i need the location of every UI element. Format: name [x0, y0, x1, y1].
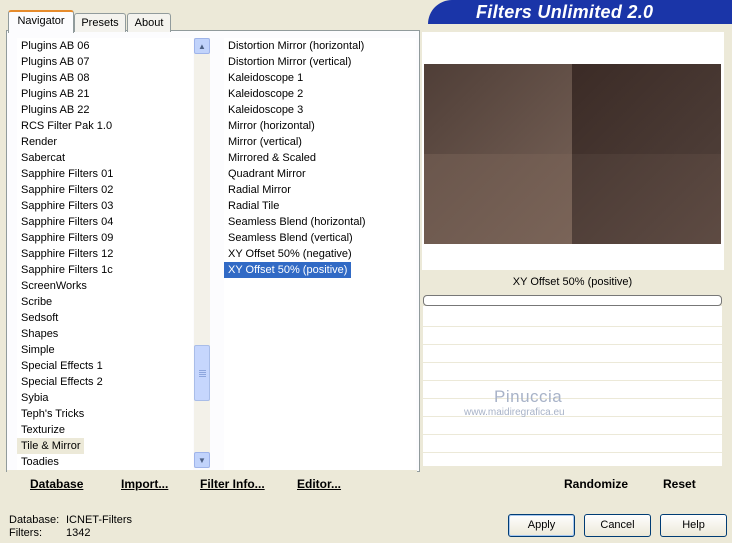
- database-label: Database:: [9, 514, 60, 526]
- category-item[interactable]: Sabercat: [17, 150, 65, 166]
- filter-item[interactable]: Mirror (horizontal): [224, 118, 315, 134]
- category-item[interactable]: Sybia: [17, 390, 49, 406]
- filter-item[interactable]: Seamless Blend (horizontal): [224, 214, 366, 230]
- category-item[interactable]: Scribe: [17, 294, 52, 310]
- database-link[interactable]: Database: [30, 477, 83, 491]
- category-item[interactable]: Sapphire Filters 02: [17, 182, 113, 198]
- category-item[interactable]: Texturize: [17, 422, 65, 438]
- category-item[interactable]: RCS Filter Pak 1.0: [17, 118, 112, 134]
- category-item[interactable]: Sapphire Filters 01: [17, 166, 113, 182]
- category-item[interactable]: Teph's Tricks: [17, 406, 84, 422]
- category-item[interactable]: Toadies: [17, 454, 59, 470]
- category-item[interactable]: Plugins AB 06: [17, 38, 90, 54]
- category-item[interactable]: Special Effects 1: [17, 358, 103, 374]
- chevron-down-icon[interactable]: ▼: [194, 452, 210, 468]
- filter-item[interactable]: Mirror (vertical): [224, 134, 302, 150]
- category-item[interactable]: Plugins AB 07: [17, 54, 90, 70]
- category-item[interactable]: Special Effects 2: [17, 374, 103, 390]
- category-item[interactable]: Plugins AB 22: [17, 102, 90, 118]
- tab-presets[interactable]: Presets: [74, 13, 126, 32]
- filter-item[interactable]: Distortion Mirror (vertical): [224, 54, 351, 70]
- app-title: Filters Unlimited 2.0: [476, 2, 654, 22]
- apply-button[interactable]: Apply: [508, 514, 575, 537]
- category-list[interactable]: Plugins AB 06 Plugins AB 07 Plugins AB 08 P…: [17, 38, 193, 470]
- category-item[interactable]: Sapphire Filters 1c: [17, 262, 113, 278]
- filter-item[interactable]: Distortion Mirror (horizontal): [224, 38, 364, 54]
- category-item[interactable]: Shapes: [17, 326, 58, 342]
- selected-filter-label: XY Offset 50% (positive): [423, 271, 722, 293]
- preview-image: [424, 64, 721, 244]
- category-item[interactable]: Plugins AB 08: [17, 70, 90, 86]
- filter-item[interactable]: Kaleidoscope 2: [224, 86, 303, 102]
- tab-navigator[interactable]: Navigator: [8, 10, 74, 33]
- category-item[interactable]: Simple: [17, 342, 55, 358]
- category-item[interactable]: ScreenWorks: [17, 278, 87, 294]
- category-scrollbar[interactable]: ▲ ▼: [194, 38, 210, 468]
- watermark-name: Pinuccia: [494, 387, 563, 406]
- category-item[interactable]: Sapphire Filters 09: [17, 230, 113, 246]
- editor-link[interactable]: Editor...: [297, 477, 341, 491]
- filter-list[interactable]: Distortion Mirror (horizontal) Distortion…: [224, 38, 416, 470]
- randomize-link[interactable]: Randomize: [564, 477, 628, 491]
- filter-item[interactable]: Quadrant Mirror: [224, 166, 306, 182]
- parameters-area: [423, 306, 722, 466]
- category-item[interactable]: Sapphire Filters 04: [17, 214, 113, 230]
- category-item[interactable]: Plugins AB 21: [17, 86, 90, 102]
- help-button[interactable]: Help: [660, 514, 727, 537]
- import-link[interactable]: Import...: [121, 477, 168, 491]
- filter-item[interactable]: XY Offset 50% (negative): [224, 246, 352, 262]
- filter-item[interactable]: XY Offset 50% (positive): [224, 261, 353, 279]
- watermark-url: www.maidiregrafica.eu: [464, 407, 565, 418]
- cancel-button[interactable]: Cancel: [584, 514, 651, 537]
- reset-link[interactable]: Reset: [663, 477, 696, 491]
- filter-item[interactable]: Mirrored & Scaled: [224, 150, 316, 166]
- filter-item[interactable]: Radial Mirror: [224, 182, 291, 198]
- category-item[interactable]: Sedsoft: [17, 310, 58, 326]
- database-value: ICNET-Filters: [66, 514, 132, 526]
- category-item[interactable]: Tile & Mirror: [17, 438, 85, 454]
- filter-item[interactable]: Radial Tile: [224, 198, 279, 214]
- filter-item[interactable]: Kaleidoscope 3: [224, 102, 303, 118]
- filter-item[interactable]: Kaleidoscope 1: [224, 70, 303, 86]
- progress-bar: [423, 295, 722, 306]
- category-item[interactable]: Sapphire Filters 12: [17, 246, 113, 262]
- chevron-up-icon[interactable]: ▲: [194, 38, 210, 54]
- scroll-thumb[interactable]: [194, 345, 210, 401]
- category-item[interactable]: Sapphire Filters 03: [17, 198, 113, 214]
- filters-count: 1342: [66, 527, 91, 539]
- category-item[interactable]: Render: [17, 134, 57, 150]
- filter-info-link[interactable]: Filter Info...: [200, 477, 265, 491]
- tab-about[interactable]: About: [127, 13, 171, 32]
- filter-item[interactable]: Seamless Blend (vertical): [224, 230, 353, 246]
- filters-label: Filters:: [9, 527, 42, 539]
